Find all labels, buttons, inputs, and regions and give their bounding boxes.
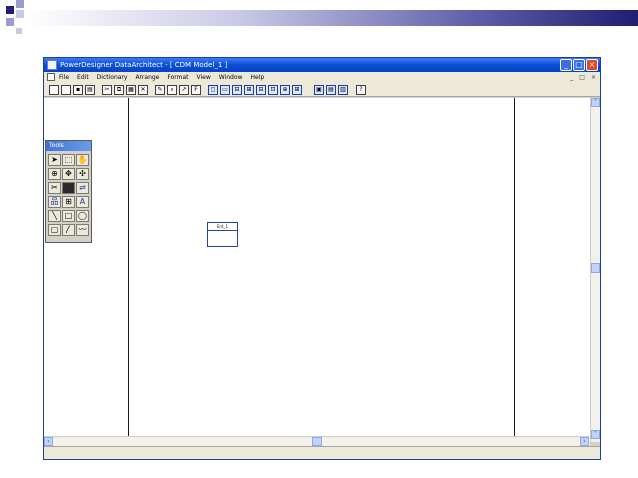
format-icon[interactable]: F — [191, 85, 201, 95]
menu-dictionary[interactable]: Dictionary — [97, 72, 128, 83]
cut-icon[interactable]: ✂ — [102, 85, 112, 95]
copy-icon[interactable]: ⧉ — [114, 85, 124, 95]
scroll-down-arrow-icon[interactable]: ˅ — [591, 430, 600, 439]
window-controls: _ □ × — [560, 59, 598, 71]
tool-h-icon[interactable]: ⊞ — [292, 85, 302, 95]
deco-square — [6, 18, 14, 26]
zoom-in-tool-icon[interactable]: ⊕ — [48, 168, 61, 180]
help-icon[interactable]: ? — [356, 85, 366, 95]
view-a-icon[interactable]: ▣ — [314, 85, 324, 95]
deco-square — [16, 0, 24, 8]
menu-bar: File Edit Dictionary Arrange Format View… — [44, 72, 600, 83]
tool-a-icon[interactable]: ◻ — [208, 85, 218, 95]
app-icon[interactable] — [47, 60, 57, 70]
entity-box[interactable]: Ent_1 — [207, 222, 238, 247]
deco-square — [16, 28, 22, 34]
maximize-button[interactable]: □ — [573, 59, 585, 71]
menu-window[interactable]: Window — [219, 72, 243, 83]
scroll-right-arrow-icon[interactable]: › — [580, 437, 589, 446]
print-icon[interactable]: ▤ — [85, 85, 95, 95]
page-boundary-left — [128, 98, 129, 436]
palette-title[interactable]: Tools — [46, 141, 91, 151]
open-icon[interactable] — [61, 85, 71, 95]
page-boundary-right — [514, 98, 515, 436]
close-button[interactable]: × — [586, 59, 598, 71]
entity-name: Ent_1 — [208, 223, 237, 231]
association-tool-icon[interactable]: ⊞ — [62, 196, 75, 208]
deco-gradient-strip — [26, 10, 638, 26]
inheritance-tool-icon[interactable]: 品 — [48, 196, 61, 208]
tools-palette: Tools ➤ ⬚ ✋ ⊕ ✥ ✣ ✂ ⇌ 品 ⊞ A ╲ □ ◯ ▢ 〳 〰 — [45, 140, 92, 243]
view-c-icon[interactable]: ▥ — [338, 85, 348, 95]
rounded-rect-tool-icon[interactable]: ▢ — [48, 224, 61, 236]
freehand-tool-icon[interactable]: 〰 — [76, 224, 89, 236]
deco-square — [6, 6, 14, 14]
mdi-restore-button[interactable]: □ — [579, 72, 585, 83]
toolbar: ▪ ▤ ✂ ⧉ ▦ ✕ ✎ ⌕ ↗ F ◻ ▭ ⊟ ⊞ ⊟ ⊡ ⊕ ⊞ ▣ ▤ … — [44, 83, 600, 97]
slide-header-decoration — [0, 0, 638, 40]
rectangle-tool-icon[interactable]: □ — [62, 210, 75, 222]
relationship-tool-icon[interactable]: ⇌ — [76, 182, 89, 194]
line-tool-icon[interactable]: ╲ — [48, 210, 61, 222]
scroll-left-arrow-icon[interactable]: ‹ — [44, 437, 53, 446]
menu-file[interactable]: File — [59, 72, 69, 83]
window-title: PowerDesigner DataArchitect - [ CDM Mode… — [60, 61, 228, 69]
deco-square — [16, 10, 24, 18]
scissors-tool-icon[interactable]: ✂ — [48, 182, 61, 194]
save-icon[interactable]: ▪ — [73, 85, 83, 95]
app-window: PowerDesigner DataArchitect - [ CDM Mode… — [43, 57, 601, 460]
ellipse-tool-icon[interactable]: ◯ — [76, 210, 89, 222]
tool-f-icon[interactable]: ⊡ — [268, 85, 278, 95]
status-bar — [44, 446, 600, 459]
menu-format[interactable]: Format — [167, 72, 188, 83]
diagram-canvas[interactable]: Ent_1 Tools ➤ ⬚ ✋ ⊕ ✥ ✣ ✂ ⇌ 品 ⊞ A ╲ □ ◯ … — [44, 98, 590, 438]
vertical-scrollbar[interactable]: ˄ ˅ — [590, 98, 600, 442]
menu-edit[interactable]: Edit — [77, 72, 89, 83]
minimize-button[interactable]: _ — [560, 59, 572, 71]
move-tool-icon[interactable]: ✣ — [76, 168, 89, 180]
mdi-controls: _ □ × — [570, 72, 596, 83]
pointer-tool-icon[interactable]: ➤ — [48, 154, 61, 166]
mdi-minimize-button[interactable]: _ — [570, 72, 573, 83]
entity-tool-icon[interactable] — [62, 182, 75, 194]
delete-icon[interactable]: ✕ — [138, 85, 148, 95]
lasso-tool-icon[interactable]: ⬚ — [62, 154, 75, 166]
pen-icon[interactable]: ✎ — [155, 85, 165, 95]
tool-g-icon[interactable]: ⊕ — [280, 85, 290, 95]
title-bar[interactable]: PowerDesigner DataArchitect - [ CDM Mode… — [44, 58, 600, 72]
link-icon[interactable]: ↗ — [179, 85, 189, 95]
tool-e-icon[interactable]: ⊟ — [256, 85, 266, 95]
text-tool-icon[interactable]: A — [76, 196, 89, 208]
zoom-out-tool-icon[interactable]: ✥ — [62, 168, 75, 180]
polyline-tool-icon[interactable]: 〳 — [62, 224, 75, 236]
tool-b-icon[interactable]: ▭ — [220, 85, 230, 95]
menu-items: File Edit Dictionary Arrange Format View… — [59, 72, 264, 83]
grabber-tool-icon[interactable]: ✋ — [76, 154, 89, 166]
document-icon[interactable] — [47, 73, 55, 81]
tool-c-icon[interactable]: ⊟ — [232, 85, 242, 95]
horizontal-scrollbar[interactable]: ‹ › — [44, 436, 590, 446]
menu-view[interactable]: View — [197, 72, 211, 83]
scroll-up-arrow-icon[interactable]: ˄ — [591, 98, 600, 107]
new-icon[interactable] — [49, 85, 59, 95]
vertical-scroll-thumb[interactable] — [591, 263, 600, 273]
view-b-icon[interactable]: ▤ — [326, 85, 336, 95]
menu-help[interactable]: Help — [250, 72, 264, 83]
mdi-close-button[interactable]: × — [591, 72, 596, 83]
find-icon[interactable]: ⌕ — [167, 85, 177, 95]
paste-icon[interactable]: ▦ — [126, 85, 136, 95]
menu-arrange[interactable]: Arrange — [135, 72, 159, 83]
tool-d-icon[interactable]: ⊞ — [244, 85, 254, 95]
horizontal-scroll-thumb[interactable] — [312, 437, 322, 446]
